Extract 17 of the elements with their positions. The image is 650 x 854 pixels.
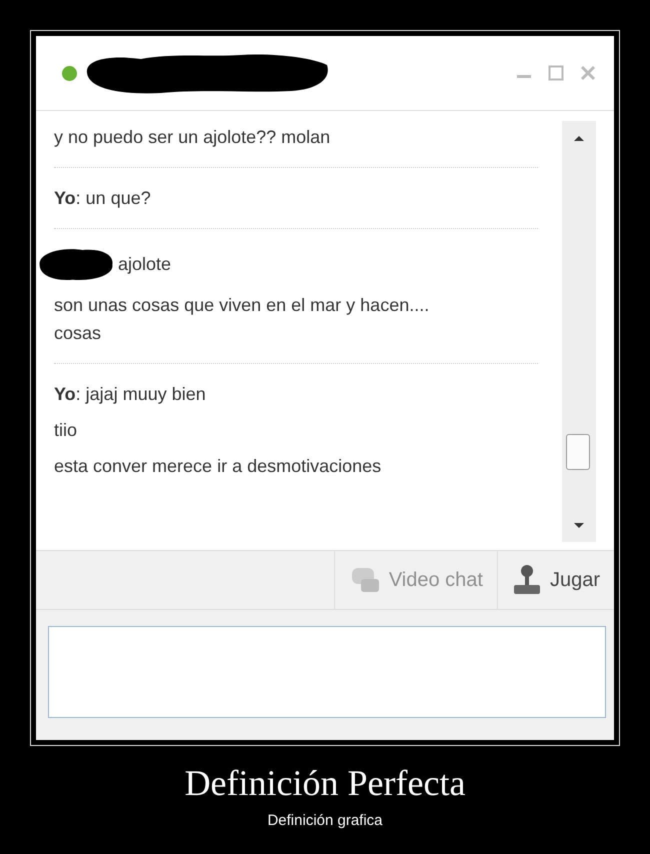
message-text: Yo: jajaj muuy bien (54, 383, 207, 406)
scroll-down-icon[interactable] (572, 520, 586, 530)
message-text: ajolote (118, 253, 172, 276)
joystick-icon (512, 564, 542, 596)
poster-title: Definición Perfecta (184, 762, 466, 804)
poster-subtitle: Definición grafica (267, 812, 383, 829)
message-input[interactable] (48, 626, 606, 718)
scrollbar[interactable] (562, 121, 596, 542)
maximize-icon[interactable] (548, 65, 564, 81)
message-text: y no puedo ser un ajolote?? molan (54, 126, 332, 149)
close-icon[interactable] (580, 65, 596, 81)
scroll-thumb[interactable] (566, 434, 590, 470)
scroll-up-icon[interactable] (572, 133, 586, 143)
message-text: Yo: un que? (54, 187, 152, 210)
message-text: son unas cosas que viven en el mar y hacen.... cosas (54, 294, 430, 345)
message-text: tiio (54, 419, 78, 442)
message-text: esta conver merece ir a desmotivaciones (54, 455, 382, 478)
